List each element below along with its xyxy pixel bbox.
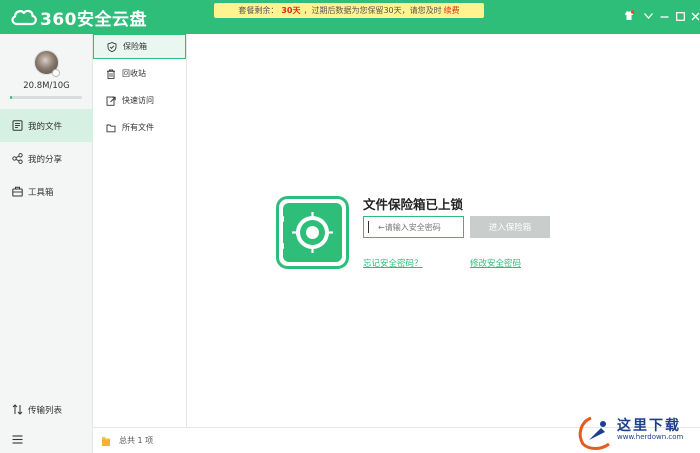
app-logo-text: 360安全云盘 <box>40 9 147 30</box>
subnav-item-all-files[interactable]: 所有文件 <box>93 115 186 140</box>
app-window: 360安全云盘 套餐剩余： 30天 ，过期后数据为您保留30天，请您及时 续费 <box>0 0 700 453</box>
sidebar-item-label: 传输列表 <box>28 405 63 416</box>
subnav-item-vault[interactable]: 保险箱 <box>93 34 186 59</box>
sidebar-item-transfers[interactable]: 传输列表 <box>0 393 93 426</box>
quota-text: 20.8M/10G <box>23 81 70 91</box>
watermark-url: www.herdown.com <box>617 433 684 441</box>
sidebar-item-my-shares[interactable]: 我的分享 <box>0 142 93 175</box>
sidebar-item-label: 我的分享 <box>28 154 63 165</box>
vault-safe-icon <box>276 196 349 269</box>
main-menu-button[interactable] <box>0 423 93 453</box>
avatar-badge-icon <box>52 69 60 77</box>
notice-middle: ，过期后数据为您保留30天，请您及时 <box>303 6 442 15</box>
minimize-icon[interactable] <box>657 9 671 23</box>
subnav-item-label: 保险箱 <box>123 42 147 51</box>
sidebar-item-toolbox[interactable]: 工具箱 <box>0 175 93 208</box>
sidebar-item-label: 我的文件 <box>28 121 63 132</box>
quick-access-icon <box>106 96 116 106</box>
shield-icon <box>107 41 117 52</box>
notice-days: 30天 <box>281 6 301 15</box>
subnav-item-label: 所有文件 <box>122 123 154 132</box>
file-list-icon <box>12 120 23 131</box>
maximize-icon[interactable] <box>673 9 687 23</box>
subscription-notice: 套餐剩余： 30天 ，过期后数据为您保留30天，请您及时 续费 <box>214 3 484 18</box>
skin-icon[interactable] <box>622 9 636 23</box>
forgot-password-link[interactable]: 忘记安全密码？ <box>363 257 423 269</box>
watermark-text: 这里下载 <box>617 418 681 434</box>
total-items-text: 总共 1 项 <box>119 436 154 445</box>
menu-icon[interactable] <box>641 9 655 23</box>
enter-vault-button[interactable]: 进入保险箱 <box>470 216 550 238</box>
subnav-item-label: 回收站 <box>122 69 146 78</box>
sub-navigation: 保险箱 回收站 快速访问 所有文件 <box>93 34 187 427</box>
subnav-item-recycle-bin[interactable]: 回收站 <box>93 61 186 86</box>
sidebar-item-my-files[interactable]: 我的文件 <box>0 109 93 142</box>
text-caret <box>368 221 369 233</box>
security-password-input[interactable] <box>363 216 464 238</box>
close-icon[interactable] <box>688 9 700 23</box>
renew-link[interactable]: 续费 <box>444 5 460 16</box>
trash-icon <box>107 68 115 79</box>
subnav-item-label: 快速访问 <box>122 96 154 105</box>
folder-icon <box>102 436 110 446</box>
quota-fill <box>10 96 13 99</box>
notice-prefix: 套餐剩余： <box>238 6 279 15</box>
left-sidebar: 20.8M/10G 我的文件 我的分享 工具箱 传输列表 <box>0 34 93 453</box>
cloud-logo-icon <box>11 9 37 26</box>
share-icon <box>12 153 23 164</box>
subnav-item-quick-access[interactable]: 快速访问 <box>93 88 186 113</box>
vault-locked-title: 文件保险箱已上锁 <box>363 197 464 212</box>
app-logo: 360安全云盘 <box>10 5 147 30</box>
transfer-icon <box>12 404 23 415</box>
quota-bar <box>10 96 82 99</box>
sidebar-item-label: 工具箱 <box>28 187 54 198</box>
folder-icon <box>106 124 116 132</box>
change-password-link[interactable]: 修改安全密码 <box>470 257 521 269</box>
hamburger-menu-icon <box>12 435 23 444</box>
toolbox-icon <box>12 186 23 197</box>
title-bar: 360安全云盘 套餐剩余： 30天 ，过期后数据为您保留30天，请您及时 续费 <box>0 0 700 34</box>
